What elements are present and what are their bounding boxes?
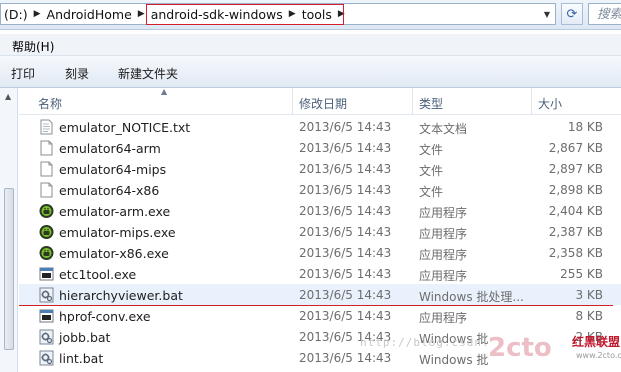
crumb-drive[interactable]: (D:)	[1, 7, 31, 22]
file-type: Windows 批	[419, 353, 489, 367]
file-row[interactable]: emulator64-mips 2013/6/5 14:43 文件 2,897 KB	[19, 158, 621, 179]
file-modified-date: 2013/6/5 14:43	[299, 267, 392, 281]
scroll-up-arrow-icon[interactable]: ▲	[5, 92, 11, 101]
file-type: 应用程序	[419, 311, 468, 325]
file-row[interactable]: emulator_NOTICE.txt 2013/6/5 14:43 文本文档 18 …	[19, 116, 621, 137]
sort-ascending-icon: ▲	[161, 87, 168, 96]
file-size: 18 KB	[567, 120, 603, 134]
file-size: 2,897 KB	[548, 162, 603, 176]
file-size: 2,358 KB	[548, 246, 603, 260]
watermark-blog-text: http://blog.csdn.	[360, 336, 490, 349]
file-name: emulator_NOTICE.txt	[59, 120, 191, 135]
file-modified-date: 2013/6/5 14:43	[299, 225, 392, 239]
batch-file-icon	[39, 329, 54, 345]
file-name: emulator64-mips	[59, 162, 167, 177]
file-modified-date: 2013/6/5 14:43	[299, 246, 392, 260]
console-exe-icon	[39, 308, 54, 324]
menu-bar: 帮助(H)	[0, 34, 621, 56]
file-type: 应用程序	[419, 248, 468, 262]
watermark-brand-text: 红黑联盟	[572, 335, 621, 349]
crumb-separator-icon[interactable]: ▶	[31, 9, 44, 19]
blank-file-icon	[39, 161, 54, 177]
file-row[interactable]: emulator-mips.exe 2013/6/5 14:43 应用程序 2,387…	[19, 221, 621, 242]
column-header-row: ▲ 名称 修改日期 类型 大小	[19, 87, 621, 115]
column-divider[interactable]	[531, 88, 532, 114]
menu-help[interactable]: 帮助(H)	[12, 38, 54, 55]
file-type: Windows 批处理...	[419, 290, 524, 304]
search-input[interactable]: 搜索	[588, 3, 621, 25]
column-divider[interactable]	[412, 88, 413, 114]
refresh-icon: ⟳	[566, 6, 578, 22]
file-size: 2,404 KB	[548, 204, 603, 218]
file-type: 文件	[419, 143, 444, 157]
batch-file-icon	[39, 350, 54, 366]
file-size: 255 KB	[560, 267, 603, 281]
android-exe-icon	[39, 224, 54, 240]
file-row[interactable]: emulator64-arm 2013/6/5 14:43 文件 2,867 KB	[19, 137, 621, 158]
column-header-type[interactable]: 类型	[419, 95, 443, 112]
text-file-icon	[39, 119, 54, 135]
blank-file-icon	[39, 140, 54, 156]
file-name: emulator-mips.exe	[59, 225, 176, 240]
file-type: 应用程序	[419, 206, 468, 220]
file-row[interactable]: etc1tool.exe 2013/6/5 14:43 应用程序 255 KB	[19, 263, 621, 284]
file-size: 2,867 KB	[548, 141, 603, 155]
file-type: 应用程序	[419, 269, 468, 283]
file-modified-date: 2013/6/5 14:43	[299, 120, 392, 134]
print-button[interactable]: 打印	[11, 65, 35, 82]
column-header-size[interactable]: 大小	[538, 95, 562, 112]
new-folder-button[interactable]: 新建文件夹	[118, 65, 178, 82]
file-modified-date: 2013/6/5 14:43	[299, 351, 392, 365]
file-row[interactable]: hprof-conv.exe 2013/6/5 14:43 应用程序 8 KB	[19, 305, 621, 326]
path-highlight-box	[146, 4, 344, 25]
batch-file-icon	[39, 287, 54, 303]
file-name: lint.bat	[59, 351, 104, 366]
file-row[interactable]: emulator-x86.exe 2013/6/5 14:43 应用程序 2,358 …	[19, 242, 621, 263]
file-size: 8 KB	[575, 309, 603, 323]
file-name: emulator-x86.exe	[59, 246, 169, 261]
burn-button[interactable]: 刻录	[65, 65, 89, 82]
file-modified-date: 2013/6/5 14:43	[299, 162, 392, 176]
android-exe-icon	[39, 245, 54, 261]
column-header-modified[interactable]: 修改日期	[299, 95, 347, 112]
file-modified-date: 2013/6/5 14:43	[299, 288, 392, 302]
file-modified-date: 2013/6/5 14:43	[299, 309, 392, 323]
file-modified-date: 2013/6/5 14:43	[299, 141, 392, 155]
watermark-url-text: www.2cto.com	[576, 351, 621, 360]
navigation-pane: ▲	[0, 88, 18, 372]
file-type: 文件	[419, 164, 444, 178]
file-name: emulator64-arm	[59, 141, 161, 156]
file-name: etc1tool.exe	[59, 267, 137, 282]
refresh-button[interactable]: ⟳	[561, 3, 583, 25]
watermark-logo-icon: 2cto	[488, 333, 552, 363]
file-size: 2,898 KB	[548, 183, 603, 197]
file-row[interactable]: hierarchyviewer.bat 2013/6/5 14:43 Windows…	[19, 284, 621, 305]
file-type: 应用程序	[419, 227, 468, 241]
file-size: 3 KB	[575, 288, 603, 302]
android-exe-icon	[39, 203, 54, 219]
column-divider[interactable]	[292, 88, 293, 114]
file-type: 文件	[419, 185, 444, 199]
file-name: jobb.bat	[59, 330, 111, 345]
file-type: 文本文档	[419, 122, 468, 136]
file-row[interactable]: emulator-arm.exe 2013/6/5 14:43 应用程序 2,404 …	[19, 200, 621, 221]
file-name: emulator-arm.exe	[59, 204, 171, 219]
svg-text:2cto: 2cto	[488, 333, 552, 363]
file-modified-date: 2013/6/5 14:43	[299, 183, 392, 197]
address-bar-row: (D:) ▶ AndroidHome ▶ android-sdk-windows…	[0, 0, 621, 30]
crumb-androidhome[interactable]: AndroidHome	[44, 7, 135, 22]
console-exe-icon	[39, 266, 54, 282]
column-header-name[interactable]: 名称	[38, 95, 62, 112]
file-name: hprof-conv.exe	[59, 309, 151, 324]
file-size: 2,387 KB	[548, 225, 603, 239]
blank-file-icon	[39, 182, 54, 198]
file-modified-date: 2013/6/5 14:43	[299, 204, 392, 218]
file-row[interactable]: emulator64-x86 2013/6/5 14:43 文件 2,898 KB	[19, 179, 621, 200]
file-name: emulator64-x86	[59, 183, 160, 198]
scrollbar-thumb[interactable]	[4, 188, 14, 350]
address-dropdown-icon[interactable]: ▼	[539, 4, 555, 24]
command-bar: 打印 刻录 新建文件夹	[0, 56, 621, 88]
file-name: hierarchyviewer.bat	[59, 288, 183, 303]
